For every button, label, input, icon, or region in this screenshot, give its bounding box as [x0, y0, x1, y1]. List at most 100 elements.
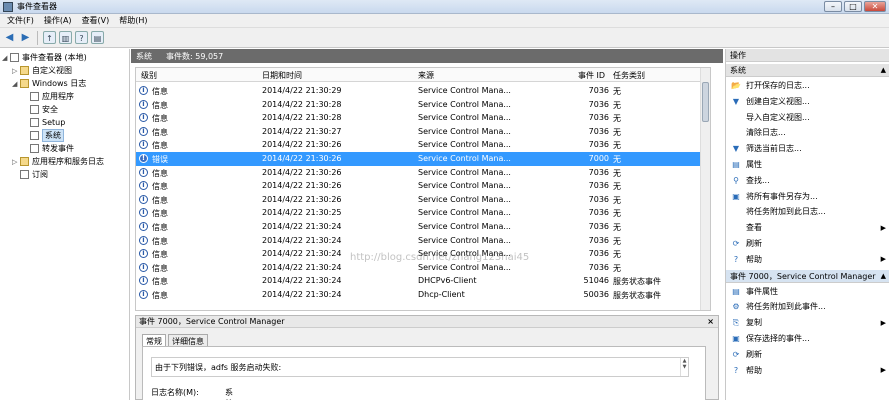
up-folder-icon[interactable]: ↑: [43, 31, 56, 44]
action-label: 查找...: [746, 175, 770, 185]
cell-source: Service Control Mana...: [418, 99, 511, 109]
event-row[interactable]: ! 错误 2014/4/22 21:30:26 Service Control Man…: [136, 152, 708, 166]
action-label: 帮助: [746, 365, 762, 375]
action-item[interactable]: 清除日志...: [730, 126, 886, 139]
action-item[interactable]: 查看 ▶: [730, 221, 886, 234]
submenu-arrow-icon: ▶: [880, 255, 886, 264]
vertical-scrollbar[interactable]: [700, 68, 710, 310]
log-name-label: 日志名称(M):: [151, 388, 199, 397]
cell-datetime: 2014/4/22 21:30:26: [262, 194, 342, 204]
col-source[interactable]: 来源: [418, 70, 434, 81]
cell-category: 服务状态事件: [613, 277, 661, 287]
event-row[interactable]: i 信息 2014/4/22 21:30:29 Service Control Man…: [136, 84, 708, 98]
cell-level: 错误: [152, 155, 168, 164]
action-item[interactable]: ⚲ 查找...: [730, 174, 886, 187]
action-item[interactable]: ⟳ 刷新: [730, 348, 886, 361]
col-category[interactable]: 任务类别: [613, 70, 645, 81]
cell-eventid: 7036: [588, 99, 609, 109]
actions-section-header[interactable]: 事件 7000，Service Control Manager ▲: [726, 269, 889, 283]
log-name-field: 日志名称(M): 系统: [151, 387, 233, 400]
menu-action[interactable]: 操作(A): [39, 15, 77, 26]
col-eventid[interactable]: 事件 ID: [578, 70, 605, 81]
action-icon: ⎘: [732, 317, 740, 327]
tree-item[interactable]: ▷ 自定义视图: [12, 64, 72, 77]
event-row[interactable]: i 信息 2014/4/22 21:30:28 Service Control Man…: [136, 111, 708, 125]
menu-view[interactable]: 查看(V): [77, 15, 115, 26]
event-row[interactable]: i 信息 2014/4/22 21:30:26 Service Control Man…: [136, 193, 708, 207]
close-window-button[interactable]: ✕: [864, 1, 886, 12]
menu-help[interactable]: 帮助(H): [114, 15, 152, 26]
action-label: 将所有事件另存为...: [746, 191, 818, 201]
event-row[interactable]: i 信息 2014/4/22 21:30:26 Service Control Man…: [136, 138, 708, 152]
action-item[interactable]: ⎘ 复制 ▶: [730, 316, 886, 329]
event-row[interactable]: i 信息 2014/4/22 21:30:24 Service Control Man…: [136, 247, 708, 261]
tree-item[interactable]: 转发事件: [22, 142, 74, 155]
cell-eventid: 7036: [588, 126, 609, 136]
cell-source: Dhcp-Client: [418, 290, 465, 299]
message-scrollbar[interactable]: ▲ ▼: [680, 358, 688, 376]
tree-item[interactable]: Setup: [22, 116, 65, 129]
action-item[interactable]: ▤ 属性: [730, 158, 886, 171]
action-item[interactable]: ⚙ 将任务附加到此事件...: [730, 300, 886, 313]
back-arrow-icon[interactable]: ◀: [3, 31, 16, 44]
tree-expander-icon[interactable]: ◢: [12, 80, 20, 88]
tree-expander-icon[interactable]: ▷: [12, 67, 20, 75]
event-row[interactable]: i 信息 2014/4/22 21:30:24 Service Control Man…: [136, 220, 708, 234]
close-detail-button[interactable]: ×: [707, 316, 714, 328]
cell-source: Service Control Mana...: [418, 86, 511, 95]
action-icon: ▤: [732, 286, 740, 296]
action-icon: ?: [733, 365, 739, 375]
info-icon: i: [139, 99, 148, 109]
col-datetime[interactable]: 日期和时间: [262, 70, 302, 81]
cell-category: 无: [613, 223, 621, 232]
collapse-arrow-icon[interactable]: ▲: [881, 270, 886, 283]
event-row[interactable]: i 信息 2014/4/22 21:30:26 Service Control Man…: [136, 179, 708, 193]
show-hide-tree-icon[interactable]: ▥: [59, 31, 72, 44]
action-item[interactable]: ? 帮助 ▶: [730, 364, 886, 377]
event-row[interactable]: i 信息 2014/4/22 21:30:25 Service Control Man…: [136, 206, 708, 220]
minimize-button[interactable]: –: [824, 1, 842, 12]
event-row[interactable]: i 信息 2014/4/22 21:30:28 Service Control Man…: [136, 98, 708, 112]
event-row[interactable]: i 信息 2014/4/22 21:30:26 Service Control Man…: [136, 166, 708, 180]
col-level[interactable]: 级别: [141, 70, 157, 81]
log-icon: [30, 92, 39, 101]
cell-category: 无: [613, 236, 621, 246]
action-item[interactable]: ▼ 筛选当前日志...: [730, 142, 886, 155]
cell-eventid: 7000: [588, 154, 609, 163]
action-label: 复制: [746, 318, 762, 328]
tree-item[interactable]: ▷ 应用程序和服务日志: [12, 155, 104, 168]
collapse-arrow-icon[interactable]: ▲: [881, 64, 886, 77]
cell-source: Service Control Mana...: [418, 126, 511, 136]
scrollbar-thumb[interactable]: [702, 82, 709, 122]
action-item[interactable]: ▼ 创建自定义视图...: [730, 95, 886, 108]
cell-level: 信息: [152, 127, 168, 137]
event-row[interactable]: i 信息 2014/4/22 21:30:24 DHCPv6-Client 51046 服…: [136, 274, 708, 288]
tree-expander-icon[interactable]: ▷: [12, 158, 20, 166]
menu-file[interactable]: 文件(F): [2, 15, 39, 26]
info-icon: i: [139, 276, 148, 286]
action-item[interactable]: 将任务附加到此日志...: [730, 205, 886, 218]
action-item[interactable]: ▣ 将所有事件另存为...: [730, 190, 886, 203]
action-item[interactable]: 导入自定义视图...: [730, 111, 886, 124]
event-row[interactable]: i 信息 2014/4/22 21:30:24 Service Control Man…: [136, 234, 708, 248]
event-row[interactable]: i 信息 2014/4/22 21:30:27 Service Control Man…: [136, 125, 708, 139]
maximize-button[interactable]: □: [844, 1, 862, 12]
tree-item[interactable]: ◢ Windows 日志: [12, 77, 86, 90]
event-row[interactable]: i 信息 2014/4/22 21:30:24 Dhcp-Client 50036 服务状…: [136, 288, 708, 302]
action-item[interactable]: ▤ 事件属性: [730, 285, 886, 298]
tree-item[interactable]: ◢ 事件查看器 (本地): [2, 51, 87, 64]
actions-section-header[interactable]: 系统 ▲: [726, 64, 889, 77]
tree-item[interactable]: 订阅: [12, 168, 48, 181]
forward-arrow-icon[interactable]: ▶: [19, 31, 32, 44]
action-item[interactable]: ? 帮助 ▶: [730, 253, 886, 266]
tree-expander-icon[interactable]: ◢: [2, 54, 10, 62]
event-row[interactable]: i 信息 2014/4/22 21:30:24 Service Control Man…: [136, 261, 708, 275]
help-icon[interactable]: ?: [75, 31, 88, 44]
show-hide-action-pane-icon[interactable]: ▤: [91, 31, 104, 44]
action-item[interactable]: ▣ 保存选择的事件...: [730, 332, 886, 345]
action-item[interactable]: 📂 打开保存的日志...: [730, 79, 886, 92]
action-item[interactable]: ⟳ 刷新: [730, 237, 886, 250]
tree-item[interactable]: 安全: [22, 103, 58, 116]
tree-item[interactable]: 系统: [22, 129, 64, 142]
tree-item[interactable]: 应用程序: [22, 90, 74, 103]
